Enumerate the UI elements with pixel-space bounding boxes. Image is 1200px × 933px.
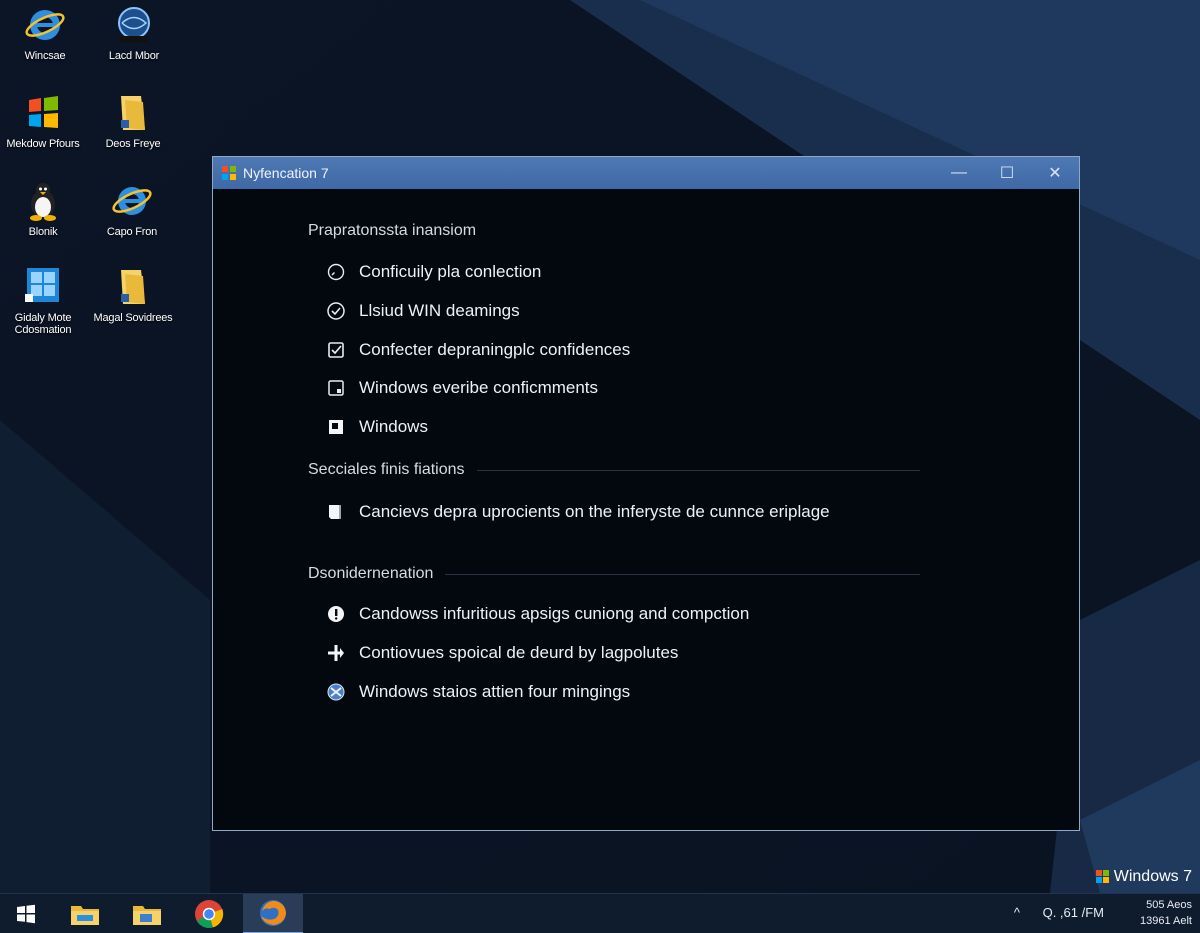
desktop-icon-label: Capo Fron xyxy=(106,226,158,238)
start-button[interactable] xyxy=(0,894,52,933)
list-item[interactable]: Conficuily pla conlection xyxy=(326,262,541,282)
taskbar: ^ Q. ,61 /FM 505 Aeos 13961 Aelt xyxy=(0,893,1200,933)
list-item-label: Cancievs depra uprocients on the inferys… xyxy=(359,502,830,521)
plus-arrow-icon xyxy=(326,643,346,663)
desktop-icon-label: Gidaly Mote Cdosmation xyxy=(14,312,72,336)
section-heading: Secciales finis fiations xyxy=(308,461,920,479)
desktop-icon-lacd-mbor[interactable]: Lacd Mbor xyxy=(89,4,179,62)
list-item[interactable]: Windows xyxy=(326,417,428,437)
section-divider xyxy=(476,469,920,471)
desktop-icon-mekdow-pfours[interactable]: Mekdow Pfours xyxy=(0,92,88,150)
folder-icon xyxy=(71,906,99,925)
clock[interactable]: 505 Aeos 13961 Aelt xyxy=(1140,897,1192,929)
list-item-label: Conficuily pla conlection xyxy=(359,262,542,281)
list-item-label: Contiovues spoical de deurd by lagpolute… xyxy=(359,643,679,662)
list-item-label: Llsiud WIN deamings xyxy=(359,301,520,320)
list-item-label: Windows everibe conficmments xyxy=(359,378,599,397)
section-title: Secciales finis fiations xyxy=(308,461,465,478)
folder-icon xyxy=(121,270,145,304)
taskbar-file-explorer[interactable] xyxy=(56,894,114,933)
check-circle-icon xyxy=(326,301,346,321)
windows-sphere-icon xyxy=(326,682,346,702)
close-button[interactable]: ✕ xyxy=(1031,157,1079,189)
list-item-label: Windows staios attien four mingings xyxy=(359,682,631,701)
checkbox-filled-icon xyxy=(326,417,346,437)
windows-flag-icon xyxy=(1095,870,1109,883)
list-item-label: Confecter depraningplc confidences xyxy=(359,340,631,359)
windows-brand-watermark: Windows 7 xyxy=(1095,868,1192,886)
section-title: Dsonidernenation xyxy=(308,565,434,582)
app-icon xyxy=(222,166,236,180)
minimize-icon: — xyxy=(951,164,967,181)
system-tray: ^ Q. ,61 /FM 505 Aeos 13961 Aelt xyxy=(980,894,1200,933)
list-item[interactable]: Candowss infuritious apsigs cuniong and … xyxy=(326,604,749,624)
tray-status-text[interactable]: Q. ,61 /FM xyxy=(1043,905,1104,920)
list-item[interactable]: Windows staios attien four mingings xyxy=(326,682,630,702)
document-icon xyxy=(326,502,346,522)
taskbar-file-explorer-2[interactable] xyxy=(118,894,176,933)
desktop-icon-magal-sovidrees[interactable]: Magal Sovidrees xyxy=(88,266,178,324)
list-item[interactable]: Llsiud WIN deamings xyxy=(326,301,520,321)
folder-icon xyxy=(121,96,145,130)
network-globe-icon xyxy=(118,7,150,42)
desktop-icon-label: Wincsae xyxy=(24,50,66,62)
info-circle-icon xyxy=(326,604,346,624)
clock-time: 505 Aeos xyxy=(1146,899,1192,911)
desktop: Wincsae Lacd Mbor Mekdow Pfours Deos Fre… xyxy=(0,0,1200,933)
windows-logo-icon xyxy=(25,268,59,302)
desktop-icon-label: Blonik xyxy=(28,226,58,238)
desktop-icon-capo-fron[interactable]: Capo Fron xyxy=(87,180,177,238)
desktop-icon-blonik[interactable]: Blonik xyxy=(0,180,88,238)
brand-label: Windows 7 xyxy=(1113,868,1192,885)
desktop-icon-wincsae[interactable]: Wincsae xyxy=(0,4,90,62)
desktop-icon-gidaly-mote[interactable]: Gidaly Mote Cdosmation xyxy=(0,266,88,336)
list-item-label: Candowss infuritious apsigs cuniong and … xyxy=(359,604,750,623)
clock-date: 13961 Aelt xyxy=(1140,915,1192,927)
list-item[interactable]: Confecter depraningplc confidences xyxy=(326,340,630,360)
list-item[interactable]: Contiovues spoical de deurd by lagpolute… xyxy=(326,643,678,663)
close-icon: ✕ xyxy=(1048,165,1062,182)
internet-explorer-icon xyxy=(25,10,65,40)
list-item-label: Windows xyxy=(359,417,428,436)
taskbar-chrome[interactable] xyxy=(180,894,238,933)
taskbar-firefox[interactable] xyxy=(243,894,303,933)
checkbox-empty-icon xyxy=(326,378,346,398)
chrome-icon xyxy=(195,900,224,928)
maximize-icon: ☐ xyxy=(999,165,1015,182)
penguin-icon xyxy=(30,183,56,221)
section-divider xyxy=(445,573,920,575)
windows-start-icon xyxy=(17,904,35,924)
desktop-icon-label: Mekdow Pfours xyxy=(6,138,80,150)
section-title: Prapratonssta inansiom xyxy=(308,222,477,239)
desktop-icon-deos-freye[interactable]: Deos Freye xyxy=(88,92,178,150)
main-window: Nyfencation 7 — ☐ ✕ Prapratonssta inansi… xyxy=(212,156,1080,831)
checkbox-checked-icon xyxy=(326,340,346,360)
windows-flag-icon xyxy=(29,96,58,128)
internet-explorer-icon xyxy=(112,187,152,215)
window-title: Nyfencation 7 xyxy=(243,165,329,181)
maximize-button[interactable]: ☐ xyxy=(983,157,1031,189)
desktop-icon-label: Magal Sovidrees xyxy=(93,312,173,324)
desktop-icon-label: Lacd Mbor xyxy=(108,50,160,62)
desktop-icon-label: Deos Freye xyxy=(105,138,161,150)
search-circle-icon xyxy=(326,262,346,282)
list-item[interactable]: Cancievs depra uprocients on the inferys… xyxy=(326,502,830,522)
tray-overflow-button[interactable]: ^ xyxy=(1014,905,1020,920)
section-heading: Prapratonssta inansiom xyxy=(308,222,920,240)
list-item[interactable]: Windows everibe conficmments xyxy=(326,378,598,398)
window-titlebar[interactable]: Nyfencation 7 — ☐ ✕ xyxy=(213,157,1079,189)
minimize-button[interactable]: — xyxy=(935,157,983,189)
section-heading: Dsonidernenation xyxy=(308,565,920,583)
firefox-icon xyxy=(260,900,286,926)
folder-icon xyxy=(133,906,161,925)
